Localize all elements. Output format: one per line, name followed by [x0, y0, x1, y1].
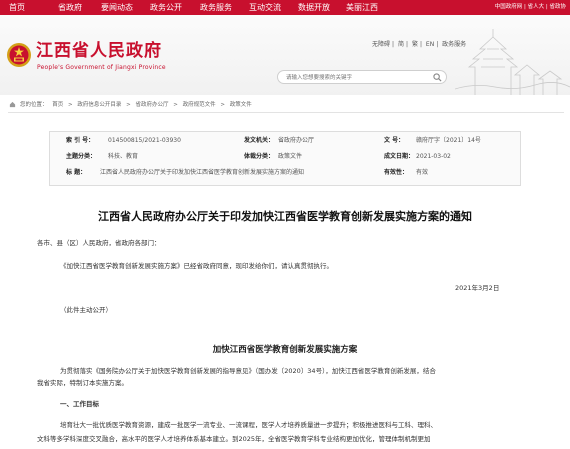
written-date-value: 2021-03-02 [416, 153, 451, 160]
document-number-value: 赣府厅字〔2021〕14号 [416, 137, 481, 144]
site-title[interactable]: 江西省人民政府 [36, 41, 162, 61]
article-salutation: 各市、县（区）人民政府，省政府各部门： [37, 239, 161, 247]
issuing-agency-label: 发文机关： [244, 137, 275, 144]
breadcrumb: 您的位置： 首页 > 政府信息公开目录 > 省政府办公厅 > 政府规范文件 > … [0, 100, 570, 112]
pavilion-skyline-illustration [455, 29, 570, 95]
breadcrumb-separator: > [68, 102, 73, 108]
breadcrumb-divider [8, 112, 564, 113]
written-date-label: 成文日期： [384, 153, 415, 160]
validity-value: 有效 [416, 169, 429, 176]
document-number-label: 文 号： [384, 137, 405, 144]
nav-item-government-affairs[interactable]: 政务公开 [150, 2, 182, 13]
nav-item-open-data[interactable]: 数据开放 [298, 2, 330, 13]
site-subtitle: People's Government of Jiangxi Province [37, 64, 166, 71]
plan-intro-line-2: 我省实际，特制订本实施方案。 [37, 379, 128, 387]
utility-links[interactable]: 中国政府网 | 省人大 | 省政协 [495, 3, 566, 12]
nav-item-beautiful-jiangxi[interactable]: 美丽江西 [346, 2, 378, 13]
document-title-label: 标 题： [66, 169, 87, 176]
accessibility-link[interactable]: 无障碍 [372, 41, 390, 48]
national-emblem-icon[interactable] [6, 42, 32, 68]
topic-category-label: 主题分类： [66, 153, 97, 160]
meta-row-2: 主题分类： 科技、教育 体裁分类： 政策文件 成文日期： 2021-03-02 [50, 150, 520, 163]
nav-item-home[interactable]: 首页 [9, 2, 25, 13]
breadcrumb-prefix: 您的位置： [20, 102, 48, 108]
goals-paragraph-line-1: 培育壮大一批优质医学教育资源，建成一批医学一流专业、一流课程，医学人才培养质量进… [60, 421, 437, 429]
plan-intro-line-1: 为贯彻落实《国务院办公厅关于加快医学教育创新发展的指导意见》（国办发〔2020〕… [60, 367, 436, 375]
index-number-value: 014500815/2021-03930 [108, 137, 181, 144]
section-heading-goals: 一、工作目标 [60, 400, 99, 408]
goals-paragraph-line-2: 文科等多学科深度交叉融合，高水平的医学人才培养体系基本建立。到2025年，全省医… [37, 435, 431, 443]
site-header: 江西省人民政府 People's Government of Jiangxi P… [0, 15, 570, 95]
nav-item-news[interactable]: 要闻动态 [101, 2, 133, 13]
breadcrumb-separator: > [126, 102, 131, 108]
article-title: 江西省人民政府办公厅关于印发加快江西省医学教育创新发展实施方案的通知 [98, 210, 472, 223]
issuing-agency-value: 省政府办公厅 [278, 137, 315, 144]
document-title-value: 江西省人民政府办公厅关于印发加快江西省医学教育创新发展实施方案的通知 [100, 169, 305, 176]
nav-item-interaction[interactable]: 互动交流 [249, 2, 281, 13]
breadcrumb-item-general-office[interactable]: 省政府办公厅 [136, 102, 169, 108]
article-publication-note: （此件主动公开） [60, 306, 112, 314]
traditional-chinese-link[interactable]: 繁 [412, 41, 418, 48]
breadcrumb-separator: > [173, 102, 178, 108]
simplified-chinese-link[interactable]: 简 [398, 41, 404, 48]
nav-item-provincial-government[interactable]: 省政府 [58, 2, 82, 13]
genre-category-label: 体裁分类： [244, 153, 275, 160]
english-link[interactable]: EN [426, 41, 434, 48]
topic-category-value: 科技、教育 [108, 153, 139, 160]
breadcrumb-item-catalog[interactable]: 政府信息公开目录 [77, 102, 121, 108]
search-icon[interactable] [433, 73, 442, 82]
home-icon [9, 101, 16, 108]
breadcrumb-item-policy-documents[interactable]: 政策文件 [230, 102, 252, 108]
top-navigation-bar: 首页 省政府 要闻动态 政务公开 政务服务 互动交流 数据开放 美丽江西 中国政… [0, 0, 570, 15]
document-metadata-table: 索 引 号： 014500815/2021-03930 发文机关： 省政府办公厅… [49, 131, 521, 186]
meta-row-3: 标 题： 江西省人民政府办公厅关于印发加快江西省医学教育创新发展实施方案的通知 … [50, 166, 520, 179]
index-number-label: 索 引 号： [66, 137, 95, 144]
plan-title: 加快江西省医学教育创新发展实施方案 [212, 345, 358, 355]
search-input[interactable] [286, 73, 426, 82]
genre-category-value: 政策文件 [278, 153, 303, 160]
validity-label: 有效性： [384, 169, 409, 176]
article-body-paragraph: 《加快江西省医学教育创新发展实施方案》已经省政府同意，现印发给你们，请认真贯彻执… [60, 262, 333, 270]
nav-item-government-services[interactable]: 政务服务 [200, 2, 232, 13]
meta-row-1: 索 引 号： 014500815/2021-03930 发文机关： 省政府办公厅… [50, 134, 520, 147]
article-date: 2021年3月2日 [455, 284, 500, 292]
breadcrumb-item-home[interactable]: 首页 [52, 102, 63, 108]
header-links: 无障碍 | 简 | 繁 | EN | 政务服务 [372, 41, 467, 48]
breadcrumb-item-regulatory-documents[interactable]: 政府规范文件 [183, 102, 216, 108]
search-box [277, 70, 447, 84]
breadcrumb-separator: > [220, 102, 226, 108]
